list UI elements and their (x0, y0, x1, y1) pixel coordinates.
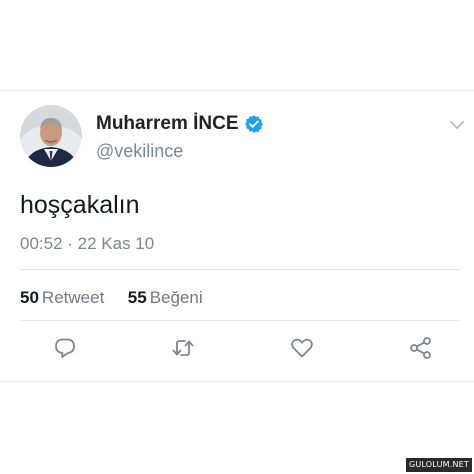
share-button[interactable] (408, 335, 434, 361)
author-name-row[interactable]: Muharrem İNCE (96, 113, 264, 135)
retweet-stat[interactable]: 50 Retweet (20, 288, 109, 307)
tweet-timestamp[interactable]: 00:52 · 22 Kas 10 (20, 234, 154, 254)
tweet-text: hoşçakalın (20, 191, 140, 219)
like-stat[interactable]: 55 Beğeni (128, 288, 203, 307)
avatar-image (20, 105, 82, 167)
tweet-stats: 50 Retweet 55 Beğeni (20, 288, 203, 308)
reply-icon (55, 338, 75, 358)
heart-icon (291, 338, 313, 358)
watermark-logo: GULOLUM.NET (405, 458, 472, 472)
divider (20, 320, 460, 321)
reply-button[interactable] (52, 335, 78, 361)
retweet-label: Retweet (41, 288, 105, 307)
retweet-button[interactable] (170, 335, 196, 361)
chevron-down-icon[interactable] (450, 117, 464, 130)
like-button[interactable] (289, 335, 315, 361)
verified-badge-icon (244, 114, 264, 134)
tweet-card: Muharrem İNCE @vekilince hoşçakalın 00:5… (0, 90, 474, 382)
author-display-name[interactable]: Muharrem İNCE (96, 113, 239, 135)
page: Muharrem İNCE @vekilince hoşçakalın 00:5… (0, 0, 474, 474)
retweet-icon (172, 340, 194, 356)
avatar[interactable] (20, 105, 82, 167)
like-count: 55 (127, 288, 147, 307)
divider (20, 269, 460, 270)
author-handle[interactable]: @vekilince (96, 141, 183, 162)
like-label: Beğeni (149, 288, 203, 307)
share-icon (410, 337, 431, 359)
retweet-count: 50 (20, 288, 39, 307)
